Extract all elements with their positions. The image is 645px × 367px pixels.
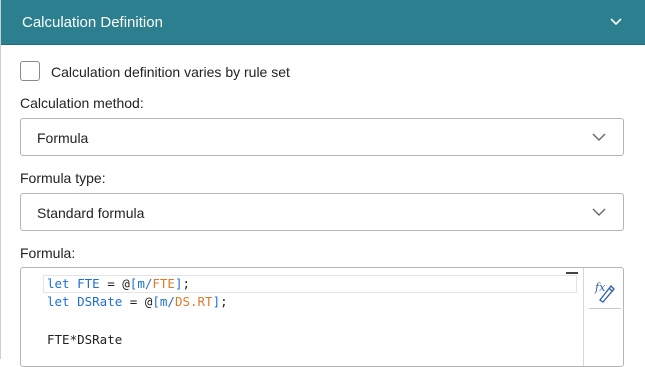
formula-label: Formula: (20, 245, 76, 261)
formula-type-label: Formula type: (20, 170, 106, 186)
code-token: DSRate (77, 294, 123, 309)
code-token: [m/ (152, 294, 175, 309)
code-token: = @ (99, 276, 130, 291)
editor-scroll-indicator[interactable] (566, 272, 578, 274)
calculation-method-select[interactable]: Formula (20, 118, 624, 156)
code-token: = @ (122, 294, 153, 309)
function-button-underline (589, 308, 621, 309)
calculation-method-value: Formula (37, 130, 89, 146)
varies-by-rule-set-checkbox[interactable] (20, 61, 40, 81)
formula-code-line: let FTE = @[m/FTE]; (47, 275, 190, 293)
formula-type-select[interactable]: Standard formula (20, 193, 624, 231)
function-editor-icon[interactable]: fx (591, 276, 619, 304)
code-token: ; (182, 276, 191, 291)
panel-title: Calculation Definition (22, 14, 163, 31)
code-token: let (47, 294, 70, 309)
formula-code-editor[interactable]: let FTE = @[m/FTE]; let DSRate = @[m/DS.R… (21, 268, 585, 366)
chevron-down-icon[interactable] (608, 15, 624, 29)
code-token: FTE (152, 276, 175, 291)
calculation-method-label: Calculation method: (20, 95, 144, 111)
formula-type-value: Standard formula (37, 205, 145, 221)
code-token: ; (220, 294, 228, 309)
svg-text:fx: fx (594, 281, 606, 294)
formula-code-line: FTE*DSRate (47, 331, 122, 349)
varies-by-rule-set-label: Calculation definition varies by rule se… (51, 64, 290, 80)
code-token: ] (212, 294, 221, 309)
formula-code-line: let DSRate = @[m/DS.RT]; (47, 293, 228, 311)
code-token: let (47, 276, 70, 291)
code-token: [m/ (129, 276, 153, 291)
code-token: FTE*DSRate (47, 332, 123, 347)
chevron-down-icon (592, 133, 606, 141)
editor-divider (583, 268, 584, 366)
calculation-definition-panel: Calculation Definition Calculation defin… (0, 0, 645, 367)
chevron-down-icon (592, 208, 606, 216)
code-token: FTE (77, 276, 100, 291)
code-token: DS.RT (174, 294, 213, 309)
panel-header[interactable]: Calculation Definition (1, 0, 645, 45)
formula-editor-box: let FTE = @[m/FTE]; let DSRate = @[m/DS.R… (20, 267, 624, 367)
